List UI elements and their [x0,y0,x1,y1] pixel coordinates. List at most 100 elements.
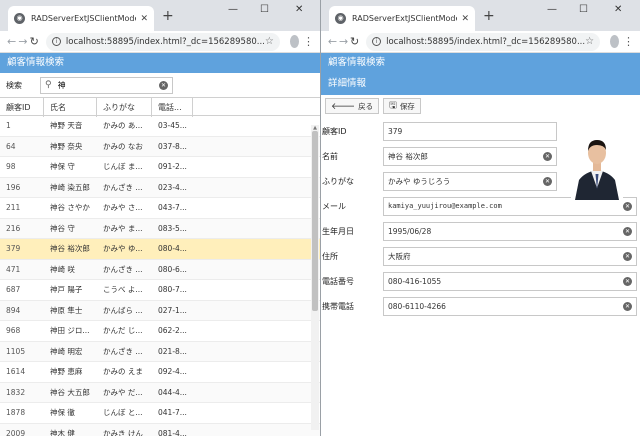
column-header-name[interactable]: 氏名 [44,98,97,117]
cell-phone: 083-5... [158,223,187,233]
cell-name: 神保 守 [50,162,75,171]
info-icon[interactable]: i [51,37,61,46]
close-window-icon[interactable]: ✕ [295,4,303,15]
mobile-field[interactable]: 080-6110-4266 ✕ [383,296,637,316]
new-tab-icon[interactable]: + [483,8,495,24]
browser-tab[interactable]: ◉ RADServerExtJSClientModern ✕ [8,6,154,31]
table-row[interactable]: 2009 神木 健 かみき けん 081-4... [0,423,320,436]
clear-icon[interactable]: ✕ [623,301,632,311]
cell-id: 379 [6,244,21,253]
column-header-furigana[interactable]: ふりがな [97,98,152,117]
url-text[interactable]: localhost:58895/index.html?_dc=156289580… [386,37,585,47]
back-arrow-icon[interactable]: ← [327,35,338,48]
name-value[interactable]: 神谷 裕次郎 [388,151,543,162]
url-box[interactable]: i localhost:58895/index.html?_dc=1562895… [45,32,280,51]
cell-id: 1614 [6,367,26,376]
forward-arrow-icon[interactable]: → [17,35,28,48]
browser-tab[interactable]: ◉ RADServerExtJSClientModern ✕ [329,6,475,31]
clear-icon[interactable]: ✕ [623,276,632,286]
table-row[interactable]: 1832 神谷 大五郎 かみや だ... 044-4... [0,382,320,403]
forward-arrow-icon[interactable]: → [338,35,349,48]
close-window-icon[interactable]: ✕ [614,4,622,15]
cell-furigana: じんぼ と... [103,408,143,417]
column-header-phone[interactable]: 電話... [152,98,193,117]
cell-phone: 03-45... [158,121,187,130]
table-row[interactable]: 687 神戸 陽子 こうべ よ... 080-7... [0,280,320,301]
search-icon: ⚲ [45,80,52,90]
minimize-icon[interactable]: — [547,4,557,15]
customer-id-value[interactable]: 379 [388,127,552,136]
customer-id-field[interactable]: 379 [383,121,557,141]
close-tab-icon[interactable]: ✕ [461,14,469,24]
profile-icon[interactable] [289,35,300,48]
clear-icon[interactable]: ✕ [623,201,632,211]
profile-icon[interactable] [610,35,619,48]
address-value[interactable]: 大阪府 [388,251,623,262]
address-bar: ← → ↻ i localhost:58895/index.html?_dc=1… [321,31,640,53]
grid-scrollbar[interactable]: ▲ [311,125,319,430]
detail-toolbar: 🡐 戻る 🖫 保存 [321,96,640,116]
cell-name: 神戸 陽子 [50,285,83,294]
email-value[interactable]: kamiya_yuujirou@example.com [388,202,623,210]
url-text[interactable]: localhost:58895/index.html?_dc=156289580… [66,37,265,47]
info-icon[interactable]: i [372,37,382,46]
menu-dots-icon[interactable]: ⋮ [303,35,314,48]
table-row[interactable]: 1614 神野 恵麻 かみの えま 092-4... [0,362,320,383]
new-tab-icon[interactable]: + [162,8,174,24]
bookmark-star-icon[interactable]: ☆ [265,36,274,47]
furigana-value[interactable]: かみや ゆうじろう [388,176,543,187]
cell-id: 1 [6,121,11,130]
table-row[interactable]: 1878 神保 徹 じんぼ と... 041-7... [0,403,320,424]
search-field[interactable]: ⚲ ✕ [40,76,173,94]
cell-phone: 043-7... [158,203,187,212]
table-row[interactable]: 64 神野 奈央 かみの なお 037-8... [0,136,320,157]
table-row[interactable]: 98 神保 守 じんぼ ま... 091-2... [0,157,320,178]
reload-icon[interactable]: ↻ [29,35,40,48]
clear-icon[interactable]: ✕ [543,176,552,186]
name-field[interactable]: 神谷 裕次郎 ✕ [383,146,557,166]
cell-phone: 080-6... [158,264,187,274]
furigana-field[interactable]: かみや ゆうじろう ✕ [383,171,557,191]
save-button[interactable]: 🖫 保存 [383,98,421,114]
customer-grid: 顧客ID 氏名 ふりがな 電話... 1 神野 天音 かみの あ... 03-45..… [0,97,320,436]
table-row[interactable]: 196 神崎 染五郎 かんざき ... 023-4... [0,177,320,198]
address-field[interactable]: 大阪府 ✕ [383,246,637,266]
search-input[interactable] [57,80,159,90]
bookmark-star-icon[interactable]: ☆ [585,36,594,47]
column-header-id[interactable]: 顧客ID [0,98,44,117]
table-row[interactable]: 471 神崎 咲 かんざき ... 080-6... [0,259,320,280]
maximize-icon[interactable]: ☐ [579,4,588,15]
grid-header: 顧客ID 氏名 ふりがな 電話... [0,97,320,117]
maximize-icon[interactable]: ☐ [260,4,269,15]
mobile-value[interactable]: 080-6110-4266 [388,302,623,311]
table-row[interactable]: 1105 神崎 明宏 かんざき ... 021-8... [0,341,320,362]
table-row[interactable]: 894 神原 隼士 かんばら ... 027-1... [0,300,320,321]
clear-icon[interactable]: ✕ [159,80,168,90]
back-arrow-icon[interactable]: ← [6,35,17,48]
url-box[interactable]: i localhost:58895/index.html?_dc=1562895… [366,32,601,51]
close-tab-icon[interactable]: ✕ [140,14,148,24]
scrollbar-thumb[interactable] [312,131,318,311]
cell-id: 968 [6,326,21,335]
table-row[interactable]: 216 神谷 守 かみや ま... 083-5... [0,218,320,239]
reload-icon[interactable]: ↻ [349,35,360,48]
birthdate-field[interactable]: 1995/06/28 ✕ [383,221,637,241]
table-row[interactable]: 1 神野 天音 かみの あ... 03-45... [0,116,320,137]
clear-icon[interactable]: ✕ [623,226,632,236]
floppy-disk-icon: 🖫 [389,101,397,111]
detail-title: 詳細情報 [321,73,640,95]
birthdate-value[interactable]: 1995/06/28 [388,227,623,236]
minimize-icon[interactable]: — [228,4,238,15]
clear-icon[interactable]: ✕ [623,251,632,261]
clear-icon[interactable]: ✕ [543,151,552,161]
table-row[interactable]: 968 神田 ジロ... かんだ じ... 062-2... [0,321,320,342]
back-button[interactable]: 🡐 戻る [325,98,380,114]
phone-value[interactable]: 080-416-1055 [388,277,623,286]
phone-field[interactable]: 080-416-1055 ✕ [383,271,637,291]
table-row-selected[interactable]: 379 神谷 裕次郎 かみや ゆ... 080-4... [0,239,320,260]
grid-body: 1 神野 天音 かみの あ... 03-45... 64 神野 奈央 かみの なお 037-8… [0,116,320,436]
cell-name: 神野 天音 [50,121,83,130]
tab-title: RADServerExtJSClientModern [31,14,137,23]
menu-dots-icon[interactable]: ⋮ [623,35,634,48]
table-row[interactable]: 211 神谷 さやか かみや さ... 043-7... [0,198,320,219]
